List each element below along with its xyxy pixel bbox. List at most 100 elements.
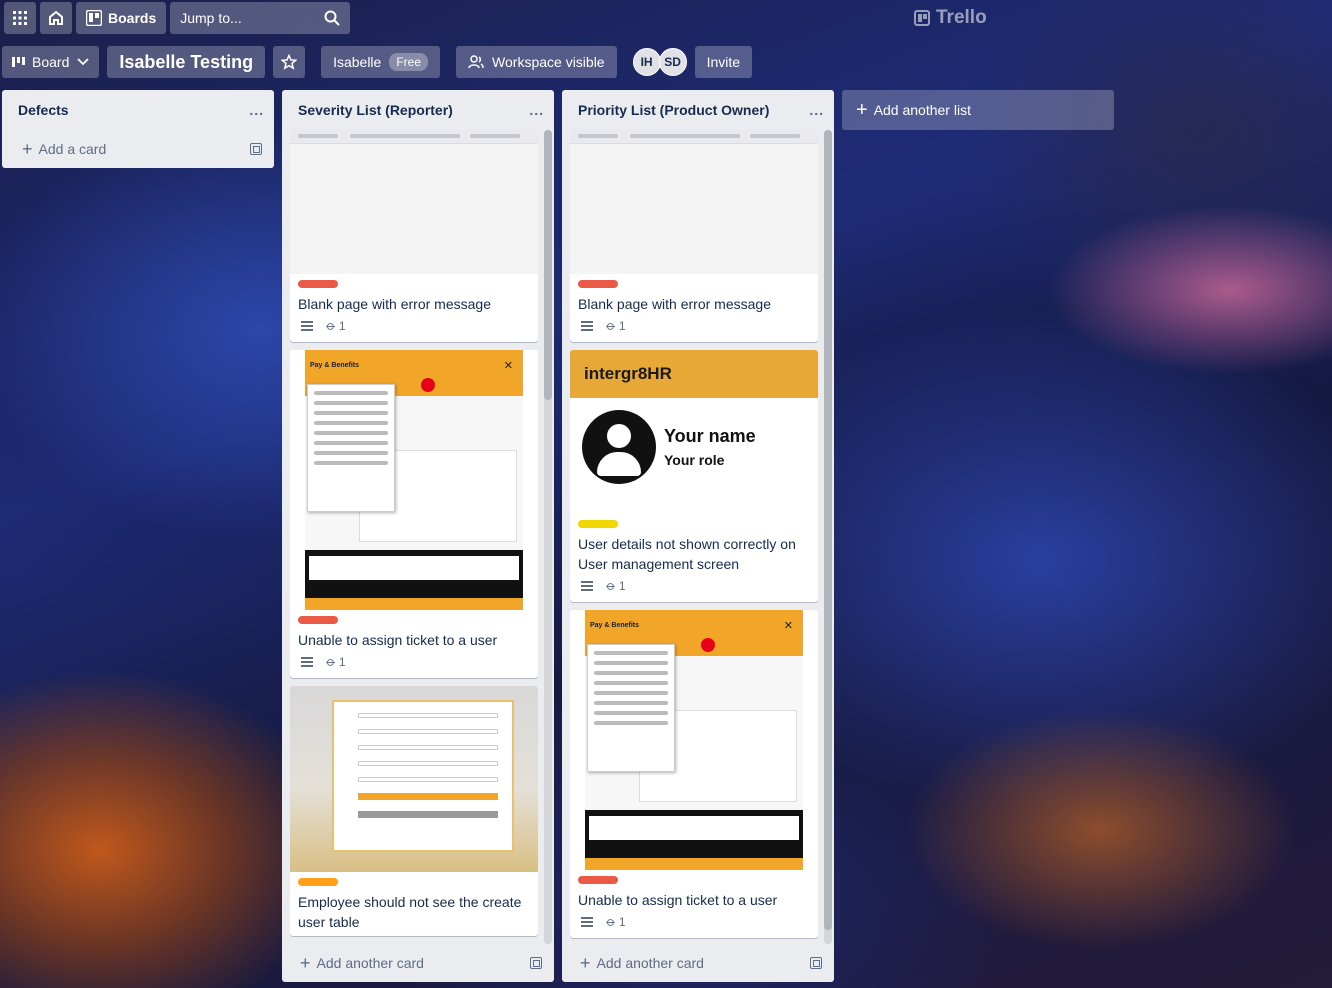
list-scrollbar[interactable]	[544, 130, 552, 944]
close-icon: ✕	[503, 360, 513, 372]
user-avatar-icon	[582, 410, 656, 484]
add-list-button[interactable]: + Add another list	[842, 90, 1114, 130]
boards-button[interactable]: Boards	[76, 2, 167, 34]
list-menu-button[interactable]: ...	[809, 102, 824, 118]
card-title: Blank page with error message	[298, 296, 491, 312]
card-cover-image: Pay & Benefits ✕	[290, 350, 538, 610]
label-red[interactable]	[298, 616, 338, 624]
cover-role: Your role	[664, 452, 725, 468]
list-menu-button[interactable]: ...	[249, 102, 264, 118]
board-view-switcher[interactable]: Board	[2, 46, 100, 78]
list-priority: Priority List (Product Owner) ... Blank …	[562, 90, 834, 982]
card-list: Blank page with error message ⌀ 1 Pay & …	[282, 130, 554, 944]
add-card-label: Add a card	[38, 141, 107, 157]
apps-grid-icon	[13, 11, 27, 25]
description-icon	[581, 581, 593, 591]
card[interactable]: Pay & Benefits ✕ Unable to assign ticket…	[290, 350, 538, 678]
avatar[interactable]: IH	[632, 48, 661, 76]
label-yellow[interactable]	[578, 520, 618, 528]
attachment-count: 1	[618, 579, 626, 593]
card-cover-image: intergr8HR Your name Your role	[570, 350, 818, 514]
card-title: Employee should not see the create user …	[298, 894, 522, 930]
paperclip-icon: ⌀	[603, 577, 620, 594]
plan-badge: Free	[389, 53, 429, 71]
jump-to-search[interactable]: Jump to...	[170, 2, 351, 34]
card-cover-image: Pay & Benefits ✕	[570, 610, 818, 870]
label-orange[interactable]	[298, 878, 338, 886]
people-icon	[468, 55, 484, 69]
visibility-button[interactable]: Workspace visible	[456, 46, 617, 78]
workspace-name: Isabelle	[333, 54, 382, 70]
list-severity: Severity List (Reporter) ... Blank page …	[282, 90, 554, 982]
star-board-button[interactable]	[273, 46, 306, 78]
chevron-down-icon	[77, 58, 89, 66]
card-template-icon[interactable]	[250, 143, 262, 155]
boards-icon	[86, 10, 102, 26]
attachment-count: 1	[338, 319, 346, 333]
attachment-count: 1	[618, 915, 626, 929]
list-header: Defects ...	[2, 90, 274, 130]
paperclip-icon: ⌀	[323, 317, 340, 334]
trello-logo-icon	[914, 10, 930, 26]
cover-brand: intergr8HR	[584, 364, 672, 383]
visibility-label: Workspace visible	[492, 54, 605, 70]
cover-name: Your name	[664, 426, 756, 446]
add-card-composer[interactable]: + Add another card	[562, 944, 834, 982]
label-red[interactable]	[578, 280, 618, 288]
card[interactable]: Pay & Benefits ✕ Unable to assign ticket…	[570, 610, 818, 938]
add-card-composer[interactable]: + Add another card	[282, 944, 554, 982]
description-icon	[581, 917, 593, 927]
card-title: User details not shown correctly on User…	[578, 536, 796, 572]
board-view-label: Board	[32, 54, 70, 70]
card[interactable]: intergr8HR Your name Your role User deta…	[570, 350, 818, 602]
card[interactable]: Blank page with error message ⌀ 1	[290, 130, 538, 342]
list-menu-button[interactable]: ...	[529, 102, 544, 118]
card-title: Unable to assign ticket to a user	[298, 632, 498, 648]
card-list: Blank page with error message ⌀ 1 interg…	[562, 130, 834, 944]
list-title[interactable]: Priority List (Product Owner)	[578, 102, 769, 118]
paperclip-icon: ⌀	[603, 317, 620, 334]
add-card-label: Add another card	[316, 955, 424, 971]
label-red[interactable]	[578, 876, 618, 884]
top-bar: Boards Jump to...	[0, 0, 1332, 36]
list-title[interactable]: Defects	[18, 102, 69, 118]
card-template-icon[interactable]	[810, 957, 822, 969]
description-icon	[301, 321, 313, 331]
list-title[interactable]: Severity List (Reporter)	[298, 102, 453, 118]
workspace-button[interactable]: Isabelle Free	[321, 46, 441, 78]
add-card-composer[interactable]: + Add a card	[2, 130, 274, 168]
home-icon	[49, 10, 63, 25]
list-scrollbar[interactable]	[824, 130, 832, 944]
avatar[interactable]: SD	[658, 48, 687, 76]
search-icon	[324, 10, 340, 26]
cover-pay-title: Pay & Benefits	[590, 622, 640, 629]
trello-logo[interactable]: Trello	[914, 7, 987, 29]
board-view-icon	[12, 57, 25, 67]
card-template-icon[interactable]	[530, 957, 542, 969]
card-badges: ⌀ 1	[298, 314, 530, 338]
invite-button[interactable]: Invite	[694, 46, 753, 78]
home-button[interactable]	[40, 2, 72, 34]
logo-text: Trello	[936, 7, 987, 28]
card-cover-image	[570, 130, 818, 274]
cover-pay-title: Pay & Benefits	[310, 362, 360, 369]
paperclip-icon: ⌀	[323, 653, 340, 670]
card[interactable]: Blank page with error message ⌀ 1	[570, 130, 818, 342]
card[interactable]: Employee should not see the create user …	[290, 686, 538, 936]
plus-icon: +	[856, 98, 868, 121]
list-header: Severity List (Reporter) ...	[282, 90, 554, 130]
label-red[interactable]	[298, 280, 338, 288]
description-icon	[581, 321, 593, 331]
card-cover-image	[290, 130, 538, 274]
boards-label: Boards	[108, 10, 157, 26]
card-badges: ⌀ 1	[578, 910, 810, 934]
board-title[interactable]: Isabelle Testing	[107, 46, 266, 78]
attachment-count: 1	[618, 319, 626, 333]
description-icon	[301, 657, 313, 667]
paperclip-icon: ⌀	[603, 913, 620, 930]
search-placeholder: Jump to...	[180, 10, 242, 26]
card-cover-image	[290, 686, 538, 872]
add-card-label: Add another card	[596, 955, 704, 971]
apps-grid-button[interactable]	[4, 2, 36, 34]
card-badges: ⌀ 1	[578, 574, 810, 598]
